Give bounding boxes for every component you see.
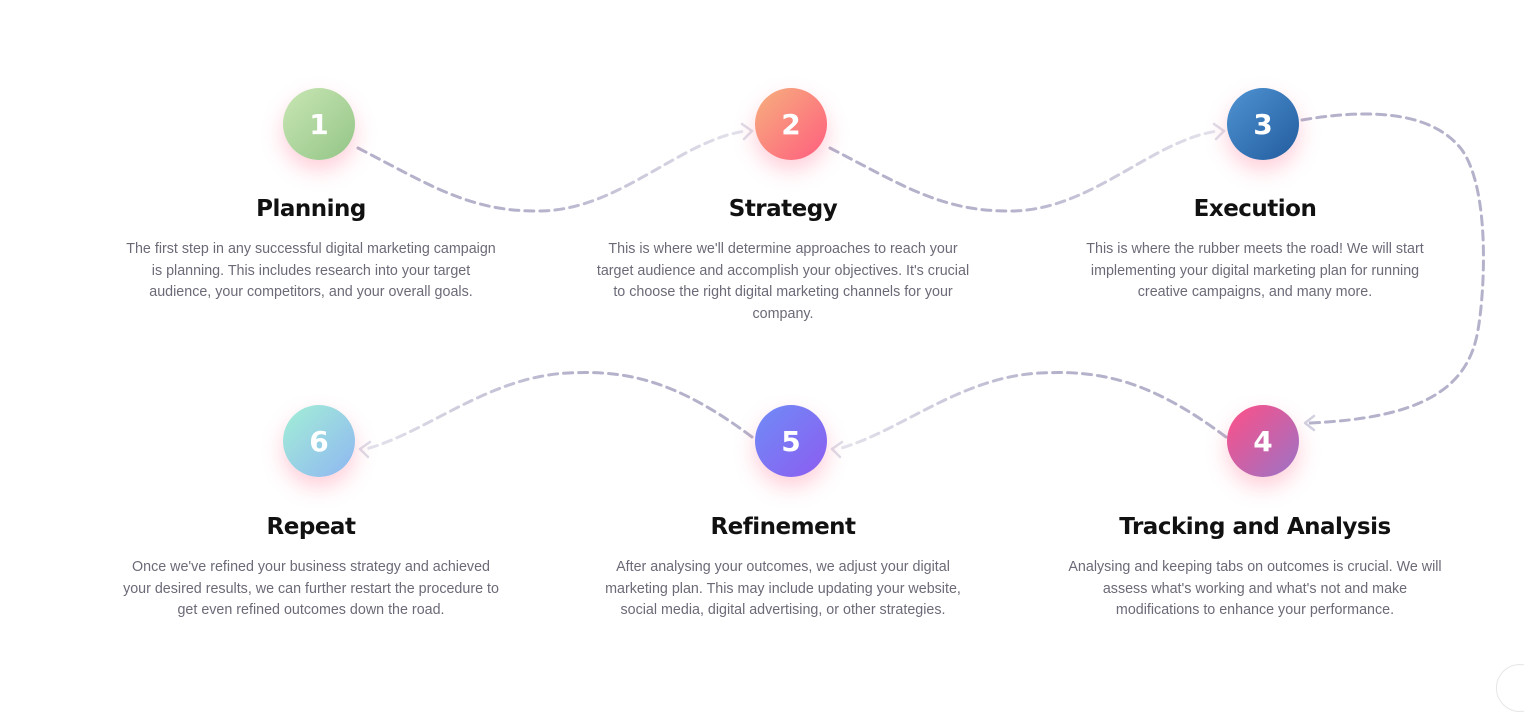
step-2-number-badge: 2 — [755, 88, 827, 160]
step-4-number-badge: 4 — [1227, 405, 1299, 477]
step-1-number-badge: 1 — [283, 88, 355, 160]
step-4-number: 4 — [1253, 424, 1273, 458]
step-5-description: After analysing your outcomes, we adjust… — [605, 559, 961, 618]
step-refinement: Refinement After analysing your outcomes… — [583, 514, 983, 622]
step-6-number: 6 — [309, 424, 329, 458]
step-4-title: Tracking and Analysis — [1119, 514, 1391, 540]
step-repeat: Repeat Once we've refined your business … — [111, 514, 511, 622]
step-strategy: Strategy This is where we'll determine a… — [583, 196, 983, 325]
step-1-title: Planning — [256, 196, 366, 222]
step-execution: Execution This is where the rubber meets… — [1055, 196, 1455, 304]
step-2-description: This is where we'll determine approaches… — [596, 241, 970, 322]
step-3-number: 3 — [1253, 107, 1273, 141]
step-6-description: Once we've refined your business strateg… — [123, 559, 499, 618]
step-2-title: Strategy — [728, 196, 838, 222]
step-5-number-badge: 5 — [755, 405, 827, 477]
step-1-number: 1 — [309, 107, 329, 141]
step-2-number: 2 — [781, 107, 801, 141]
step-6-number-badge: 6 — [283, 405, 355, 477]
step-6-title: Repeat — [266, 514, 356, 540]
step-5-number: 5 — [781, 424, 801, 458]
step-3-number-badge: 3 — [1227, 88, 1299, 160]
step-5-title: Refinement — [710, 514, 856, 540]
step-4-description: Analysing and keeping tabs on outcomes i… — [1068, 559, 1442, 618]
step-tracking-and-analysis: Tracking and Analysis Analysing and keep… — [1055, 514, 1455, 622]
step-3-description: This is where the rubber meets the road!… — [1086, 241, 1424, 300]
connector-4-to-5 — [830, 371, 1228, 459]
step-1-description: The first step in any successful digital… — [126, 241, 496, 300]
step-3-title: Execution — [1193, 196, 1317, 222]
step-planning: Planning The first step in any successfu… — [111, 196, 511, 304]
connector-5-to-6 — [358, 371, 754, 459]
